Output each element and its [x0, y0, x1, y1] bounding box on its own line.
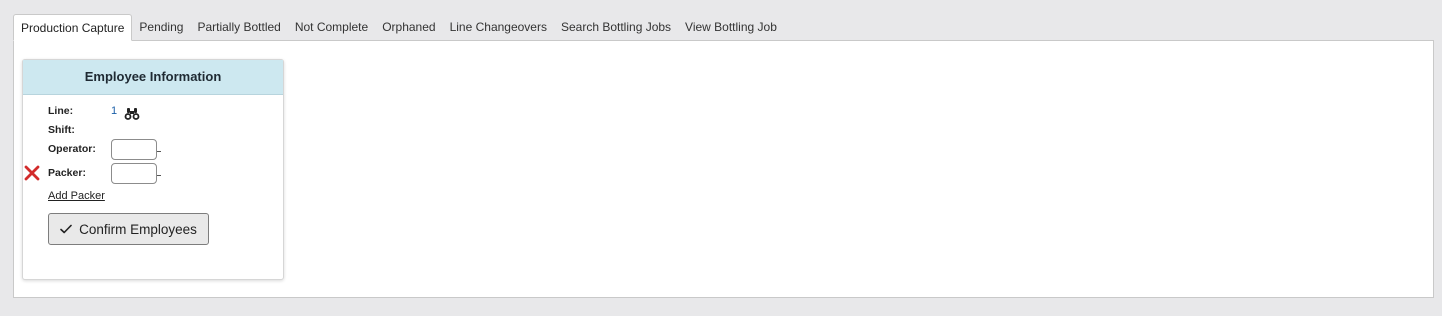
packer-dash — [157, 175, 161, 176]
tab-production-capture[interactable]: Production Capture — [13, 14, 133, 41]
card-title: Employee Information — [23, 60, 283, 95]
tab-line-changeovers[interactable]: Line Changeovers — [443, 14, 554, 41]
remove-packer-icon[interactable] — [24, 165, 40, 181]
tab-not-complete[interactable]: Not Complete — [288, 14, 375, 41]
tab-view-bottling-job[interactable]: View Bottling Job — [678, 14, 784, 41]
operator-input[interactable] — [111, 139, 157, 160]
line-label: Line: — [48, 105, 74, 117]
confirm-employees-label: Confirm Employees — [79, 221, 197, 237]
tab-panel: Employee Information Line: 1 Shift: Oper… — [13, 40, 1434, 298]
check-icon — [60, 224, 72, 234]
packer-label: Packer: — [48, 167, 86, 179]
employee-information-card: Employee Information Line: 1 Shift: Oper… — [22, 59, 284, 280]
line-value[interactable]: 1 — [111, 105, 117, 117]
binoculars-icon[interactable] — [124, 107, 140, 121]
confirm-employees-button[interactable]: Confirm Employees — [48, 213, 209, 245]
tab-pending[interactable]: Pending — [132, 14, 190, 41]
operator-label: Operator: — [48, 143, 96, 155]
tab-bar: Production Capture Pending Partially Bot… — [13, 14, 784, 41]
tab-orphaned[interactable]: Orphaned — [375, 14, 442, 41]
add-packer-link[interactable]: Add Packer — [48, 190, 105, 202]
card-body: Line: 1 Shift: Operator: Packer: Add Pac… — [23, 95, 283, 281]
packer-input[interactable] — [111, 163, 157, 184]
tab-partially-bottled[interactable]: Partially Bottled — [190, 14, 287, 41]
tab-search-bottling-jobs[interactable]: Search Bottling Jobs — [554, 14, 678, 41]
shift-label: Shift: — [48, 124, 75, 136]
operator-dash — [157, 151, 161, 152]
